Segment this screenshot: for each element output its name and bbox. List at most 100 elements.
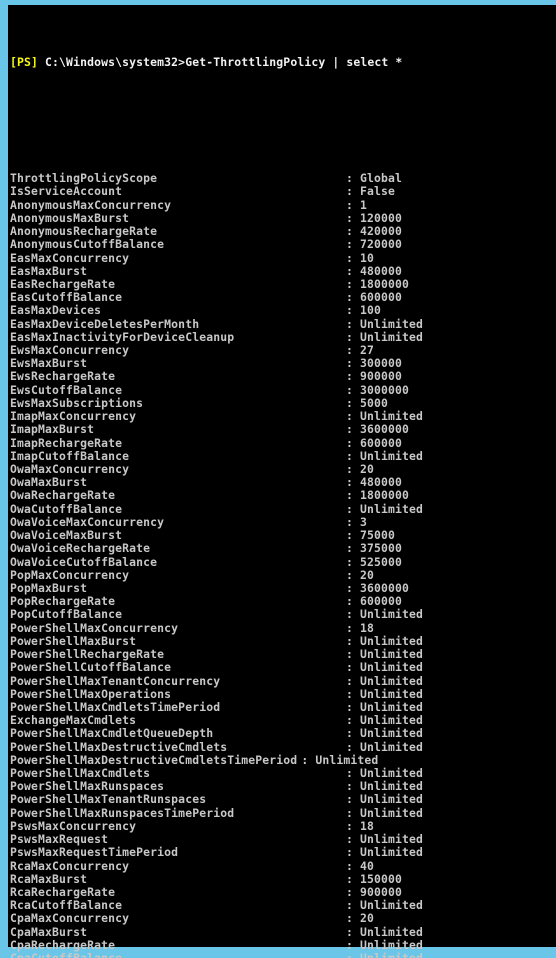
property-value: 1800000 (360, 276, 410, 291)
property-list: ThrottlingPolicyScope: Global IsServiceAcc… (10, 171, 556, 958)
property-value: Unlimited (360, 607, 424, 622)
property-row: AnonymousMaxConcurrency:1 (10, 197, 556, 212)
powershell-console-window[interactable]: [PS] C:\Windows\system32>Get-ThrottlingP… (0, 0, 556, 958)
property-name: PowerShellMaxTenantConcurrency (10, 673, 221, 688)
property-separator: : (346, 382, 354, 397)
property-value: 5000 (360, 395, 389, 410)
property-name: PopMaxConcurrency (10, 567, 130, 582)
property-value: 480000 (360, 475, 403, 490)
property-separator: : (346, 250, 354, 265)
property-separator: : (301, 752, 309, 767)
property-value: Unlimited (360, 766, 424, 781)
property-value: 3000000 (360, 382, 410, 397)
property-row: ImapRechargeRate:600000 (10, 435, 556, 450)
property-value: Unlimited (360, 739, 424, 754)
property-name: PowerShellMaxTenantRunspaces (10, 792, 207, 807)
property-separator: : (346, 554, 354, 569)
property-separator: : (346, 422, 354, 437)
console-output-area[interactable]: [PS] C:\Windows\system32>Get-ThrottlingP… (10, 5, 556, 958)
property-separator: : (346, 435, 354, 450)
property-row: IsServiceAccount: False (10, 185, 556, 198)
property-value: Unlimited (360, 647, 424, 662)
property-separator: : (346, 567, 354, 582)
property-value: 420000 (360, 224, 403, 239)
property-value: Unlimited (360, 660, 424, 675)
property-name: PopCutoffBalance (10, 607, 123, 622)
property-separator: : (346, 197, 354, 212)
property-separator: : (346, 805, 354, 820)
property-separator: : (346, 263, 354, 278)
property-value: Unlimited (360, 937, 424, 952)
property-row: PopCutoffBalance: Unlimited (10, 608, 556, 621)
property-row: EasMaxDevices:100 (10, 304, 556, 317)
property-name: OwaVoiceCutoffBalance (10, 554, 158, 569)
property-value: Unlimited (360, 329, 424, 344)
property-name: EasMaxBurst (10, 263, 88, 278)
property-separator: : (346, 184, 354, 199)
property-row: PowerShellMaxRunspacesTimePeriod: Unlimit… (10, 805, 556, 820)
property-separator: : (346, 951, 360, 958)
property-separator: : (346, 792, 354, 807)
property-separator: : (346, 488, 354, 503)
property-separator: : (346, 673, 354, 688)
property-value: 100 (360, 303, 382, 318)
property-row: PowerShellMaxOperations: Unlimited (10, 686, 556, 701)
property-row: EasMaxConcurrency:10 (10, 250, 556, 265)
property-separator: : (346, 726, 354, 741)
property-value: Unlimited (360, 673, 424, 688)
property-name: PowerShellMaxCmdletQueueDepth (10, 726, 214, 741)
property-row: OwaMaxConcurrency:20 (10, 462, 556, 476)
property-separator: : (346, 303, 354, 318)
property-row: PopMaxConcurrency:20 (10, 567, 556, 582)
property-row: OwaVoiceRechargeRate:375000 (10, 542, 556, 555)
property-row: OwaVoiceCutoffBalance:525000 (10, 554, 556, 569)
property-value: Unlimited (360, 898, 424, 913)
property-row: EwsRechargeRate:900000 (10, 370, 556, 383)
property-separator: : (346, 858, 354, 873)
property-value: Unlimited (360, 726, 424, 741)
property-value: Unlimited (360, 792, 424, 807)
prompt-ps-tag: [PS] (10, 54, 39, 69)
property-value: False (360, 184, 396, 199)
property-value: Global (360, 171, 403, 186)
property-name: CpaCutoffBalance (10, 951, 346, 958)
property-separator: : (346, 501, 354, 516)
property-separator: : (346, 911, 354, 926)
property-row: EwsMaxConcurrency:27 (10, 343, 556, 357)
property-separator: : (346, 607, 354, 622)
property-row: PowerShellMaxDestructiveCmdlets: Unlimite… (10, 739, 556, 754)
property-name: RcaMaxConcurrency (10, 858, 130, 873)
property-row: EasMaxBurst:480000 (10, 263, 556, 278)
property-name: OwaVoiceRechargeRate (10, 541, 151, 556)
property-name: ImapMaxBurst (10, 422, 95, 437)
property-separator: : (346, 316, 354, 331)
property-separator: : (346, 369, 354, 384)
property-value: Unlimited (360, 316, 424, 331)
property-value: 300000 (360, 356, 403, 371)
property-value: Unlimited (360, 686, 424, 701)
property-separator: : (346, 845, 354, 860)
property-value: Unlimited (360, 501, 424, 516)
property-value: 900000 (360, 885, 403, 899)
property-value: Unlimited (360, 951, 423, 958)
property-name: AnonymousCutoffBalance (10, 237, 165, 252)
property-value: 600000 (360, 594, 403, 609)
property-name: OwaCutoffBalance (10, 501, 123, 516)
property-value: Unlimited (360, 409, 424, 424)
property-value: 18 (360, 620, 375, 635)
property-value: 3600000 (360, 422, 410, 437)
property-name: EwsRechargeRate (10, 369, 116, 384)
property-separator: : (346, 686, 354, 701)
property-row: CpaCutoffBalance:Unlimited (10, 951, 556, 958)
property-row: PowerShellCutoffBalance: Unlimited (10, 661, 556, 674)
property-row: PowerShellMaxConcurrency:18 (10, 620, 556, 635)
prompt-path: C:\Windows\system32> (38, 54, 186, 69)
property-row: RcaMaxConcurrency:40 (10, 858, 556, 873)
property-name: PowerShellMaxOperations (10, 686, 172, 701)
property-value: 20 (360, 567, 375, 582)
property-value: 900000 (360, 369, 403, 384)
property-name: CpaMaxBurst (10, 924, 88, 939)
property-name: ImapRechargeRate (10, 435, 123, 450)
property-row: OwaRechargeRate:1800000 (10, 489, 556, 502)
